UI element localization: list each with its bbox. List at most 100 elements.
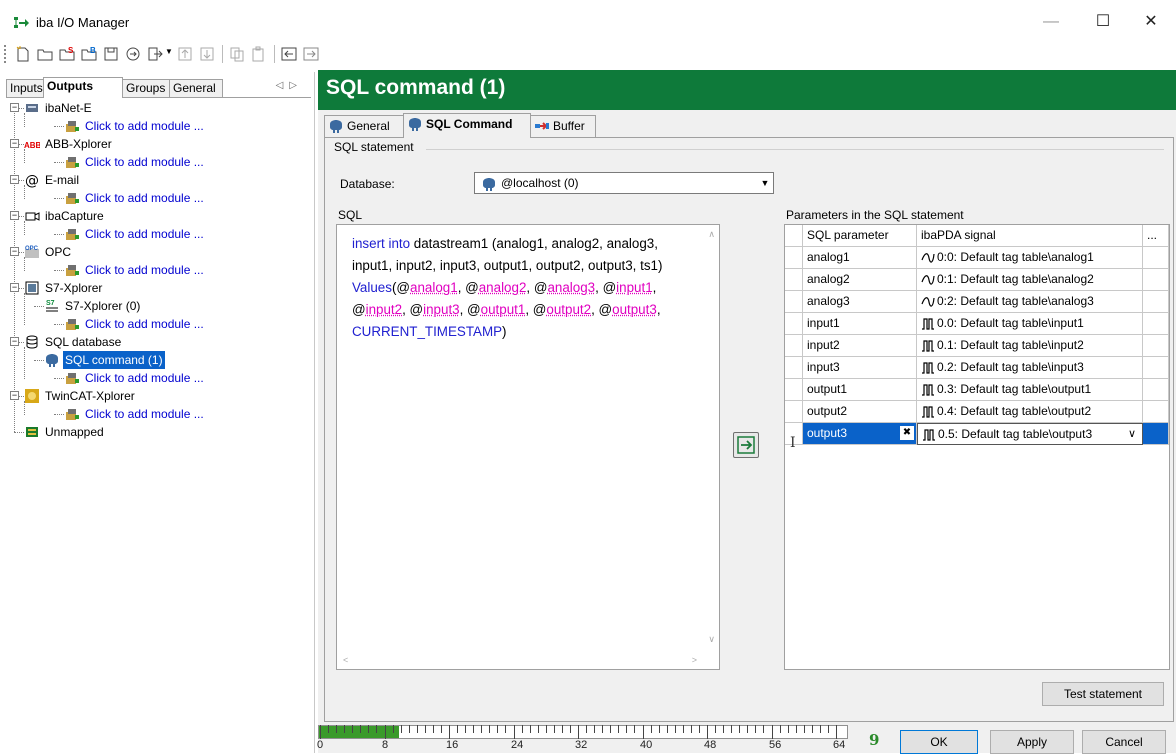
chevron-down-icon[interactable]: ∨ <box>1128 424 1136 444</box>
tab-general[interactable]: General <box>169 79 223 97</box>
param-name-cell[interactable]: output1 <box>803 379 917 401</box>
open-s-icon[interactable]: S <box>58 45 76 63</box>
collapse-toggle-icon[interactable]: − <box>10 283 19 292</box>
open-folder-icon[interactable] <box>36 45 54 63</box>
param-name-cell[interactable]: input2 <box>803 335 917 357</box>
scroll-up-icon[interactable]: ∧ <box>708 229 715 240</box>
collapse-toggle-icon[interactable]: − <box>10 139 19 148</box>
add-module-item[interactable]: Click to add module ... <box>64 405 206 423</box>
maximize-button[interactable]: ☐ <box>1083 8 1123 36</box>
extract-parameters-button[interactable] <box>733 432 759 458</box>
more-cell[interactable] <box>1143 357 1169 379</box>
tree-item[interactable]: OPC OPC <box>24 243 73 261</box>
move-up-icon[interactable] <box>176 45 194 63</box>
add-module-item[interactable]: Click to add module ... <box>64 117 206 135</box>
scroll-left-icon[interactable]: < <box>343 655 348 665</box>
copy-icon[interactable] <box>228 45 246 63</box>
export-icon[interactable] <box>146 45 164 63</box>
tree-item[interactable]: SQL command (1) <box>44 351 165 369</box>
chevron-down-icon[interactable]: ▼ <box>759 177 771 189</box>
signal-cell[interactable]: 0.0: Default tag table\input1 <box>917 313 1143 335</box>
more-cell[interactable] <box>1143 313 1169 335</box>
collapse-toggle-icon[interactable]: − <box>10 103 19 112</box>
signal-cell[interactable]: 0.3: Default tag table\output1 <box>917 379 1143 401</box>
paste-icon[interactable] <box>250 45 268 63</box>
test-statement-button[interactable]: Test statement <box>1042 682 1164 706</box>
expand-icon[interactable] <box>302 45 320 63</box>
row-header[interactable] <box>785 379 803 401</box>
save-icon[interactable] <box>102 45 120 63</box>
add-module-item[interactable]: Click to add module ... <box>64 315 206 333</box>
column-header-ibapda-signal[interactable]: ibaPDA signal <box>917 225 1143 247</box>
tab-outputs[interactable]: Outputs <box>43 77 123 98</box>
param-name-cell[interactable]: analog3 <box>803 291 917 313</box>
scroll-right-icon[interactable]: > <box>692 655 697 665</box>
ok-button[interactable]: OK <box>900 730 978 754</box>
tree-item[interactable]: TwinCAT-Xplorer <box>24 387 137 405</box>
add-module-item[interactable]: Click to add module ... <box>64 153 206 171</box>
param-name-cell[interactable]: input1 <box>803 313 917 335</box>
tree-item[interactable]: SQL database <box>24 333 123 351</box>
tree-item[interactable]: ibaCapture <box>24 207 106 225</box>
more-cell[interactable] <box>1143 247 1169 269</box>
signal-cell[interactable]: 0.2: Default tag table\input3 <box>917 357 1143 379</box>
column-header-more[interactable]: ... <box>1143 225 1169 247</box>
row-header[interactable] <box>785 247 803 269</box>
param-name-cell[interactable]: output2 <box>803 401 917 423</box>
open-b-icon[interactable]: B <box>80 45 98 63</box>
apply-button[interactable]: Apply <box>990 730 1074 754</box>
clear-icon[interactable]: ✖ <box>900 426 914 440</box>
row-header[interactable] <box>785 291 803 313</box>
more-cell[interactable] <box>1143 379 1169 401</box>
collapse-toggle-icon[interactable]: − <box>10 211 19 220</box>
tab-general-settings[interactable]: General <box>324 115 404 137</box>
minimize-button[interactable]: — <box>1031 8 1071 36</box>
collapse-icon[interactable] <box>280 45 298 63</box>
database-select[interactable]: @localhost (0) ▼ <box>474 172 774 194</box>
column-header-sql-parameter[interactable]: SQL parameter <box>803 225 917 247</box>
close-button[interactable]: ✕ <box>1131 8 1171 36</box>
add-module-item[interactable]: Click to add module ... <box>64 261 206 279</box>
row-header[interactable] <box>785 269 803 291</box>
row-header[interactable] <box>785 313 803 335</box>
param-name-cell[interactable]: input3 <box>803 357 917 379</box>
signal-cell[interactable]: 0:1: Default tag table\analog2 <box>917 269 1143 291</box>
export-dropdown-icon[interactable]: ▼ <box>165 47 173 56</box>
scroll-down-icon[interactable]: ∨ <box>708 634 715 645</box>
sql-editor[interactable]: insert into datastream1 (analog1, analog… <box>336 224 720 670</box>
signal-cell[interactable]: 0.5: Default tag table\output3 ∨ <box>917 423 1143 445</box>
row-header[interactable] <box>785 335 803 357</box>
tree-item[interactable]: S7-Xplorer <box>24 279 104 297</box>
collapse-toggle-icon[interactable]: − <box>10 391 19 400</box>
row-header[interactable] <box>785 401 803 423</box>
signal-cell[interactable]: 0.1: Default tag table\input2 <box>917 335 1143 357</box>
more-cell[interactable] <box>1143 423 1169 445</box>
tree-item[interactable]: S7 S7-Xplorer (0) <box>44 297 142 315</box>
move-down-icon[interactable] <box>198 45 216 63</box>
import-icon[interactable] <box>124 45 142 63</box>
add-module-item[interactable]: Click to add module ... <box>64 369 206 387</box>
collapse-toggle-icon[interactable]: − <box>10 175 19 184</box>
sql-text[interactable]: insert into datastream1 (analog1, analog… <box>352 233 697 343</box>
more-cell[interactable] <box>1143 335 1169 357</box>
collapse-toggle-icon[interactable]: − <box>10 247 19 256</box>
tab-sql-command[interactable]: SQL Command <box>403 113 531 138</box>
row-header[interactable] <box>785 357 803 379</box>
add-module-item[interactable]: Click to add module ... <box>64 225 206 243</box>
tree-item[interactable]: @ E-mail <box>24 171 81 189</box>
signal-cell[interactable]: 0:2: Default tag table\analog3 <box>917 291 1143 313</box>
more-cell[interactable] <box>1143 401 1169 423</box>
add-module-item[interactable]: Click to add module ... <box>64 189 206 207</box>
tab-groups[interactable]: Groups <box>122 79 170 97</box>
tab-buffer[interactable]: Buffer <box>530 115 596 137</box>
tree-item[interactable]: Unmapped <box>24 423 106 441</box>
tree-item[interactable]: ibaNet-E <box>24 99 94 117</box>
more-cell[interactable] <box>1143 269 1169 291</box>
tab-inputs[interactable]: Inputs <box>6 79 44 97</box>
param-name-cell[interactable]: output3 ✖ <box>803 423 917 445</box>
new-icon[interactable] <box>14 45 32 63</box>
collapse-toggle-icon[interactable]: − <box>10 337 19 346</box>
cancel-button[interactable]: Cancel <box>1082 730 1166 754</box>
more-cell[interactable] <box>1143 291 1169 313</box>
signal-cell[interactable]: 0:0: Default tag table\analog1 <box>917 247 1143 269</box>
